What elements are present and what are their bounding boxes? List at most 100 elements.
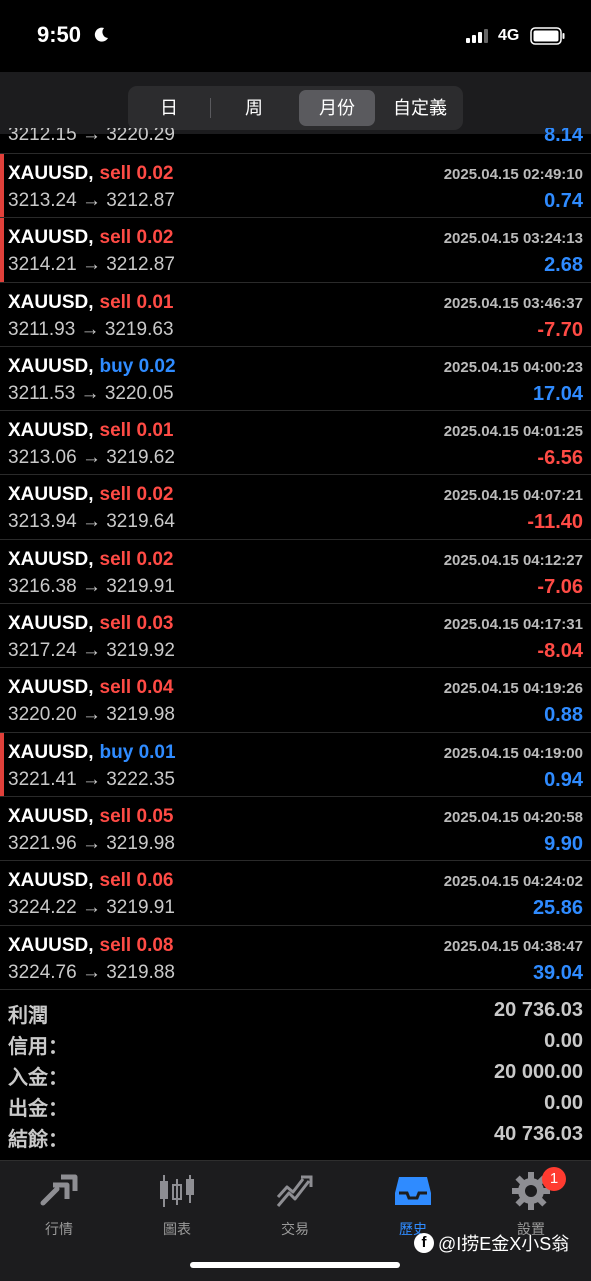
table-row[interactable]: XAUUSD, sell 0.01 2025.04.15 03:46:37 3211.…: [0, 283, 591, 347]
lot-size: 0.01: [138, 741, 176, 763]
lot-size: 0.05: [136, 805, 174, 827]
trade-symbol: XAUUSD, sell 0.05: [8, 806, 173, 828]
network-type: 4G: [498, 27, 520, 44]
price-range: 3220.20 → 3219.98: [8, 704, 175, 726]
open-trade-marker: [0, 154, 4, 218]
table-row[interactable]: XAUUSD, sell 0.02 2025.04.15 03:24:13 3214.…: [0, 218, 591, 283]
trade-direction: sell 0.03: [100, 613, 174, 634]
home-indicator: [190, 1262, 400, 1268]
direction-label: sell: [99, 613, 132, 635]
trade-direction: sell 0.02: [100, 227, 174, 248]
summary-value: 0.00: [544, 1092, 583, 1114]
price-range: 3224.22 → 3219.91: [8, 897, 175, 919]
symbol-name: XAUUSD,: [8, 163, 94, 184]
tab-charts[interactable]: 圖表: [118, 1171, 236, 1239]
table-row[interactable]: XAUUSD, sell 0.01 2025.04.15 04:01:25 3213.…: [0, 411, 591, 476]
summary-value: 0.00: [544, 1030, 583, 1052]
table-row[interactable]: 3212.15 → 3220.29 8.14: [0, 128, 591, 154]
tab-label: 圖表: [163, 1221, 191, 1237]
direction-label: sell: [99, 934, 132, 956]
profit-value: 17.04: [532, 382, 583, 405]
table-row[interactable]: XAUUSD, sell 0.02 2025.04.15 04:12:27 3216.…: [0, 540, 591, 605]
period-segmented-control: 日 周 月份 自定義: [128, 86, 463, 130]
price-range: 3213.24 → 3212.87: [8, 190, 175, 211]
direction-label: sell: [99, 420, 132, 442]
open-trade-marker: [0, 732, 4, 796]
symbol-name: XAUUSD,: [8, 420, 94, 442]
profit-value: 0.94: [544, 768, 583, 791]
profit-value: -7.06: [537, 575, 583, 598]
watermark: f @I捞E金X小S翁: [414, 1230, 569, 1256]
summary-label: 入金：: [8, 1067, 68, 1089]
segment-week[interactable]: 周: [214, 90, 294, 126]
gear-icon: [472, 1171, 590, 1211]
tab-label: 交易: [281, 1221, 309, 1237]
quotes-icon: [0, 1171, 118, 1211]
table-row[interactable]: XAUUSD, sell 0.05 2025.04.15 04:20:58 3221.…: [0, 797, 591, 862]
symbol-name: XAUUSD,: [8, 934, 94, 956]
summary-balance: 結餘： 40 736.03: [0, 1121, 591, 1152]
trade-symbol: XAUUSD, sell 0.03: [8, 613, 173, 635]
trade-time: 2025.04.15 04:38:47: [443, 937, 583, 955]
lot-size: 0.01: [136, 420, 174, 442]
profit-value: 0.88: [544, 704, 583, 727]
battery-icon: [530, 27, 566, 50]
price-range: 3221.96 → 3219.98: [8, 832, 175, 854]
trade-icon: [236, 1171, 354, 1211]
table-row[interactable]: XAUUSD, sell 0.02 2025.04.15 04:07:21 3213.…: [0, 475, 591, 540]
trade-symbol: XAUUSD, sell 0.01: [8, 420, 173, 442]
table-row[interactable]: XAUUSD, sell 0.03 2025.04.15 04:17:31 3217.…: [0, 604, 591, 669]
lot-size: 0.04: [136, 677, 174, 699]
profit-value: 2.68: [544, 254, 583, 277]
table-row[interactable]: XAUUSD, buy 0.02 2025.04.15 04:00:23 3211.5…: [0, 347, 591, 412]
segment-divider: [210, 98, 211, 118]
price-range: 3211.53 → 3220.05: [8, 382, 174, 404]
price-range: 3213.94 → 3219.64: [8, 511, 175, 533]
tab-history[interactable]: 歷史: [354, 1171, 472, 1239]
trade-direction: sell 0.02: [100, 163, 174, 184]
trade-direction: sell 0.02: [100, 484, 174, 505]
segment-day[interactable]: 日: [132, 90, 206, 126]
table-row[interactable]: XAUUSD, sell 0.04 2025.04.15 04:19:26 3220.…: [0, 668, 591, 733]
direction-label: buy: [99, 741, 134, 763]
direction-label: sell: [99, 163, 132, 184]
trade-time: 2025.04.15 04:17:31: [443, 616, 583, 634]
table-row[interactable]: XAUUSD, sell 0.02 2025.04.15 02:49:10 3213.…: [0, 154, 591, 219]
watermark-text: @I捞E金X小S翁: [438, 1234, 570, 1254]
symbol-name: XAUUSD,: [8, 227, 94, 249]
symbol-name: XAUUSD,: [8, 484, 94, 506]
profit-value: -8.04: [537, 640, 583, 663]
profit-value: -6.56: [537, 447, 583, 470]
trade-symbol: XAUUSD, buy 0.02: [8, 356, 176, 378]
profit-value: -11.40: [527, 511, 583, 534]
profit-value: -7.70: [537, 318, 583, 341]
lot-size: 0.02: [136, 484, 174, 506]
tab-settings[interactable]: 設置 1: [472, 1167, 590, 1239]
summary-deposit: 入金： 20 000.00: [0, 1059, 591, 1090]
price-range: 3211.93 → 3219.63: [8, 318, 174, 340]
table-row[interactable]: XAUUSD, buy 0.01 2025.04.15 04:19:00 3221.4…: [0, 732, 591, 797]
tab-trade[interactable]: 交易: [236, 1171, 354, 1239]
table-row[interactable]: XAUUSD, sell 0.06 2025.04.15 04:24:02 3224.…: [0, 861, 591, 926]
lot-size: 0.02: [138, 355, 176, 377]
account-summary: 利潤 20 736.03 信用： 0.00 入金： 20 000.00 出金： …: [0, 997, 591, 1152]
trade-time: 2025.04.15 02:49:10: [443, 166, 583, 183]
table-row[interactable]: XAUUSD, sell 0.08 2025.04.15 04:38:47 3224.…: [0, 926, 591, 990]
direction-label: buy: [99, 355, 134, 377]
lot-size: 0.06: [136, 870, 174, 892]
lot-size: 0.03: [136, 613, 174, 635]
direction-label: sell: [99, 870, 132, 892]
trade-symbol: XAUUSD, buy 0.01: [8, 742, 176, 764]
price-range: 3212.15 → 3220.29: [8, 128, 175, 145]
segment-month[interactable]: 月份: [299, 90, 375, 126]
tab-quotes[interactable]: 行情: [0, 1171, 118, 1239]
trade-time: 2025.04.15 04:19:00: [443, 744, 583, 762]
direction-label: sell: [99, 227, 132, 249]
price-range: 3214.21 → 3212.87: [8, 254, 175, 276]
facebook-icon: f: [414, 1233, 434, 1253]
open-trade-marker: [0, 218, 4, 282]
symbol-name: XAUUSD,: [8, 677, 94, 699]
trade-direction: sell 0.04: [100, 677, 174, 698]
trade-time: 2025.04.15 03:46:37: [443, 294, 583, 312]
segment-custom[interactable]: 自定義: [380, 90, 460, 126]
